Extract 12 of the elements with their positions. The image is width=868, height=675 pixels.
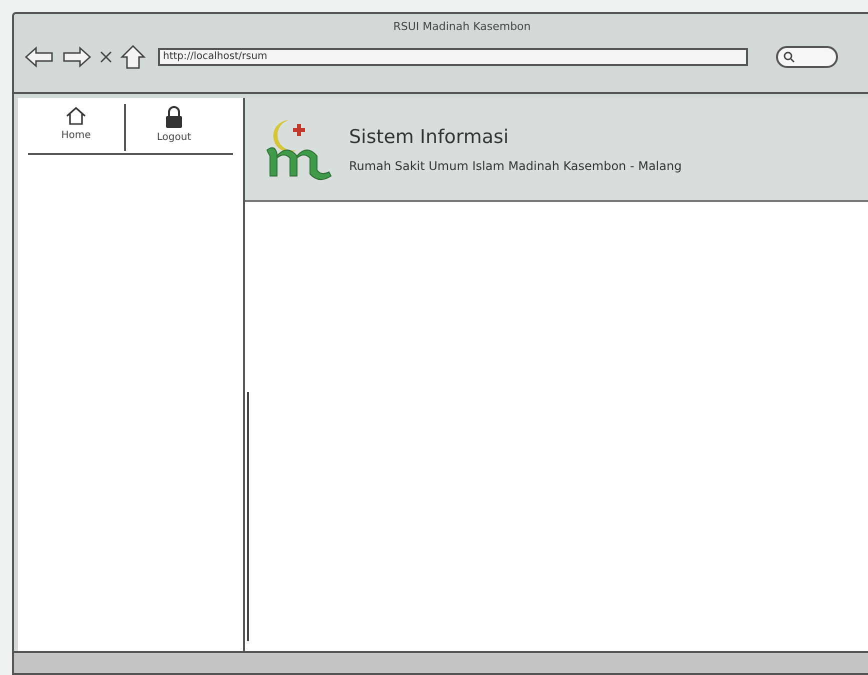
- address-field[interactable]: http://localhost/rsum: [158, 48, 748, 66]
- forward-arrow-icon[interactable]: [62, 46, 92, 68]
- header-title: Sistem Informasi: [349, 124, 510, 150]
- nav-button[interactable]: Logout: [126, 106, 222, 149]
- window-title: RSUI Madinah Kasembon: [393, 19, 531, 35]
- lock-icon: [165, 106, 183, 128]
- search-field[interactable]: [776, 46, 838, 68]
- search-icon: [783, 50, 795, 62]
- nav-button[interactable]: Home: [28, 106, 124, 149]
- close-icon[interactable]: [100, 50, 112, 62]
- back-arrow-icon[interactable]: [24, 46, 54, 68]
- header-subtitle: Rumah Sakit Umum Islam Madinah Kasembon - Malang: [349, 158, 682, 176]
